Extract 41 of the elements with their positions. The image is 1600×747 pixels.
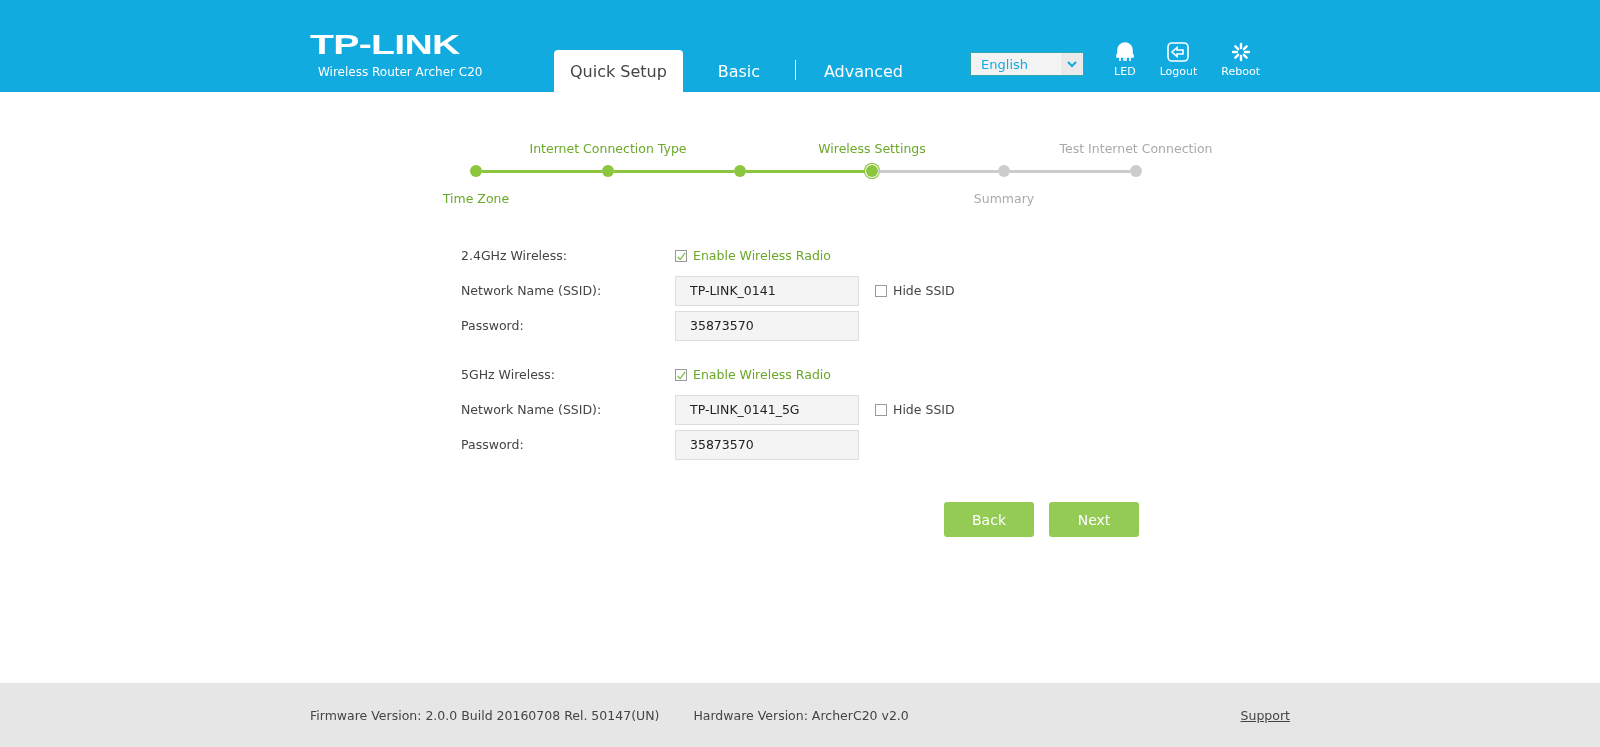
tool-label[interactable]: Logout bbox=[1159, 65, 1198, 78]
field-label: Password: bbox=[461, 437, 525, 452]
field-label: Password: bbox=[461, 318, 525, 333]
step-label: Wireless Settings bbox=[818, 141, 926, 156]
ssid-field[interactable]: TP-LINK_0141_5G bbox=[675, 394, 859, 425]
logout-icon[interactable] bbox=[1167, 42, 1190, 62]
spinner-icon[interactable] bbox=[1230, 42, 1251, 62]
field-label: 5GHz Wireless: bbox=[461, 367, 557, 382]
bell-icon[interactable] bbox=[1115, 42, 1134, 62]
checkbox[interactable] bbox=[875, 284, 887, 297]
checkbox[interactable] bbox=[875, 403, 887, 416]
ssid-field[interactable]: TP-LINK_0141 bbox=[675, 275, 859, 306]
password-field[interactable]: 35873570 bbox=[675, 429, 859, 460]
nav-tab[interactable]: Quick Setup bbox=[554, 50, 683, 92]
hardware-version: Hardware Version: ArcherC20 v2.0 bbox=[693, 707, 909, 723]
step-label: Test Internet Connection bbox=[1059, 141, 1213, 156]
field-label: 2.4GHz Wireless: bbox=[461, 248, 568, 263]
language-select[interactable]: English bbox=[970, 52, 1085, 76]
tool-label[interactable]: Reboot bbox=[1221, 65, 1260, 78]
firmware-version: Firmware Version: 2.0.0 Build 20160708 Rel. 50147(UN) bbox=[310, 707, 660, 723]
checkbox[interactable] bbox=[675, 368, 687, 381]
checkbox-label[interactable]: Hide SSID bbox=[893, 402, 955, 417]
action-button[interactable]: Back bbox=[944, 502, 1034, 537]
model-name: Wireless Router Archer C20 bbox=[318, 65, 484, 79]
step-label: Internet Connection Type bbox=[529, 141, 687, 156]
checkbox[interactable] bbox=[675, 249, 687, 262]
nav-tab[interactable]: Advanced bbox=[807, 50, 919, 92]
field-label: Network Name (SSID): bbox=[461, 283, 603, 298]
field-label: Network Name (SSID): bbox=[461, 402, 603, 417]
tool-label[interactable]: LED bbox=[1114, 65, 1136, 78]
password-field[interactable]: 35873570 bbox=[675, 310, 859, 341]
checkbox-label[interactable]: Enable Wireless Radio bbox=[693, 367, 831, 382]
checkbox-label[interactable]: Enable Wireless Radio bbox=[693, 248, 831, 263]
chevron-down-icon bbox=[1067, 60, 1078, 68]
action-button[interactable]: Next bbox=[1049, 502, 1139, 537]
checkbox-label[interactable]: Hide SSID bbox=[893, 283, 955, 298]
step-label: Time Zone bbox=[442, 190, 510, 206]
logo: TP-LINK bbox=[310, 33, 460, 57]
support-link[interactable]: Support bbox=[1240, 707, 1290, 723]
step-label: Summary bbox=[973, 190, 1035, 206]
nav-tab[interactable]: Basic bbox=[692, 50, 785, 92]
